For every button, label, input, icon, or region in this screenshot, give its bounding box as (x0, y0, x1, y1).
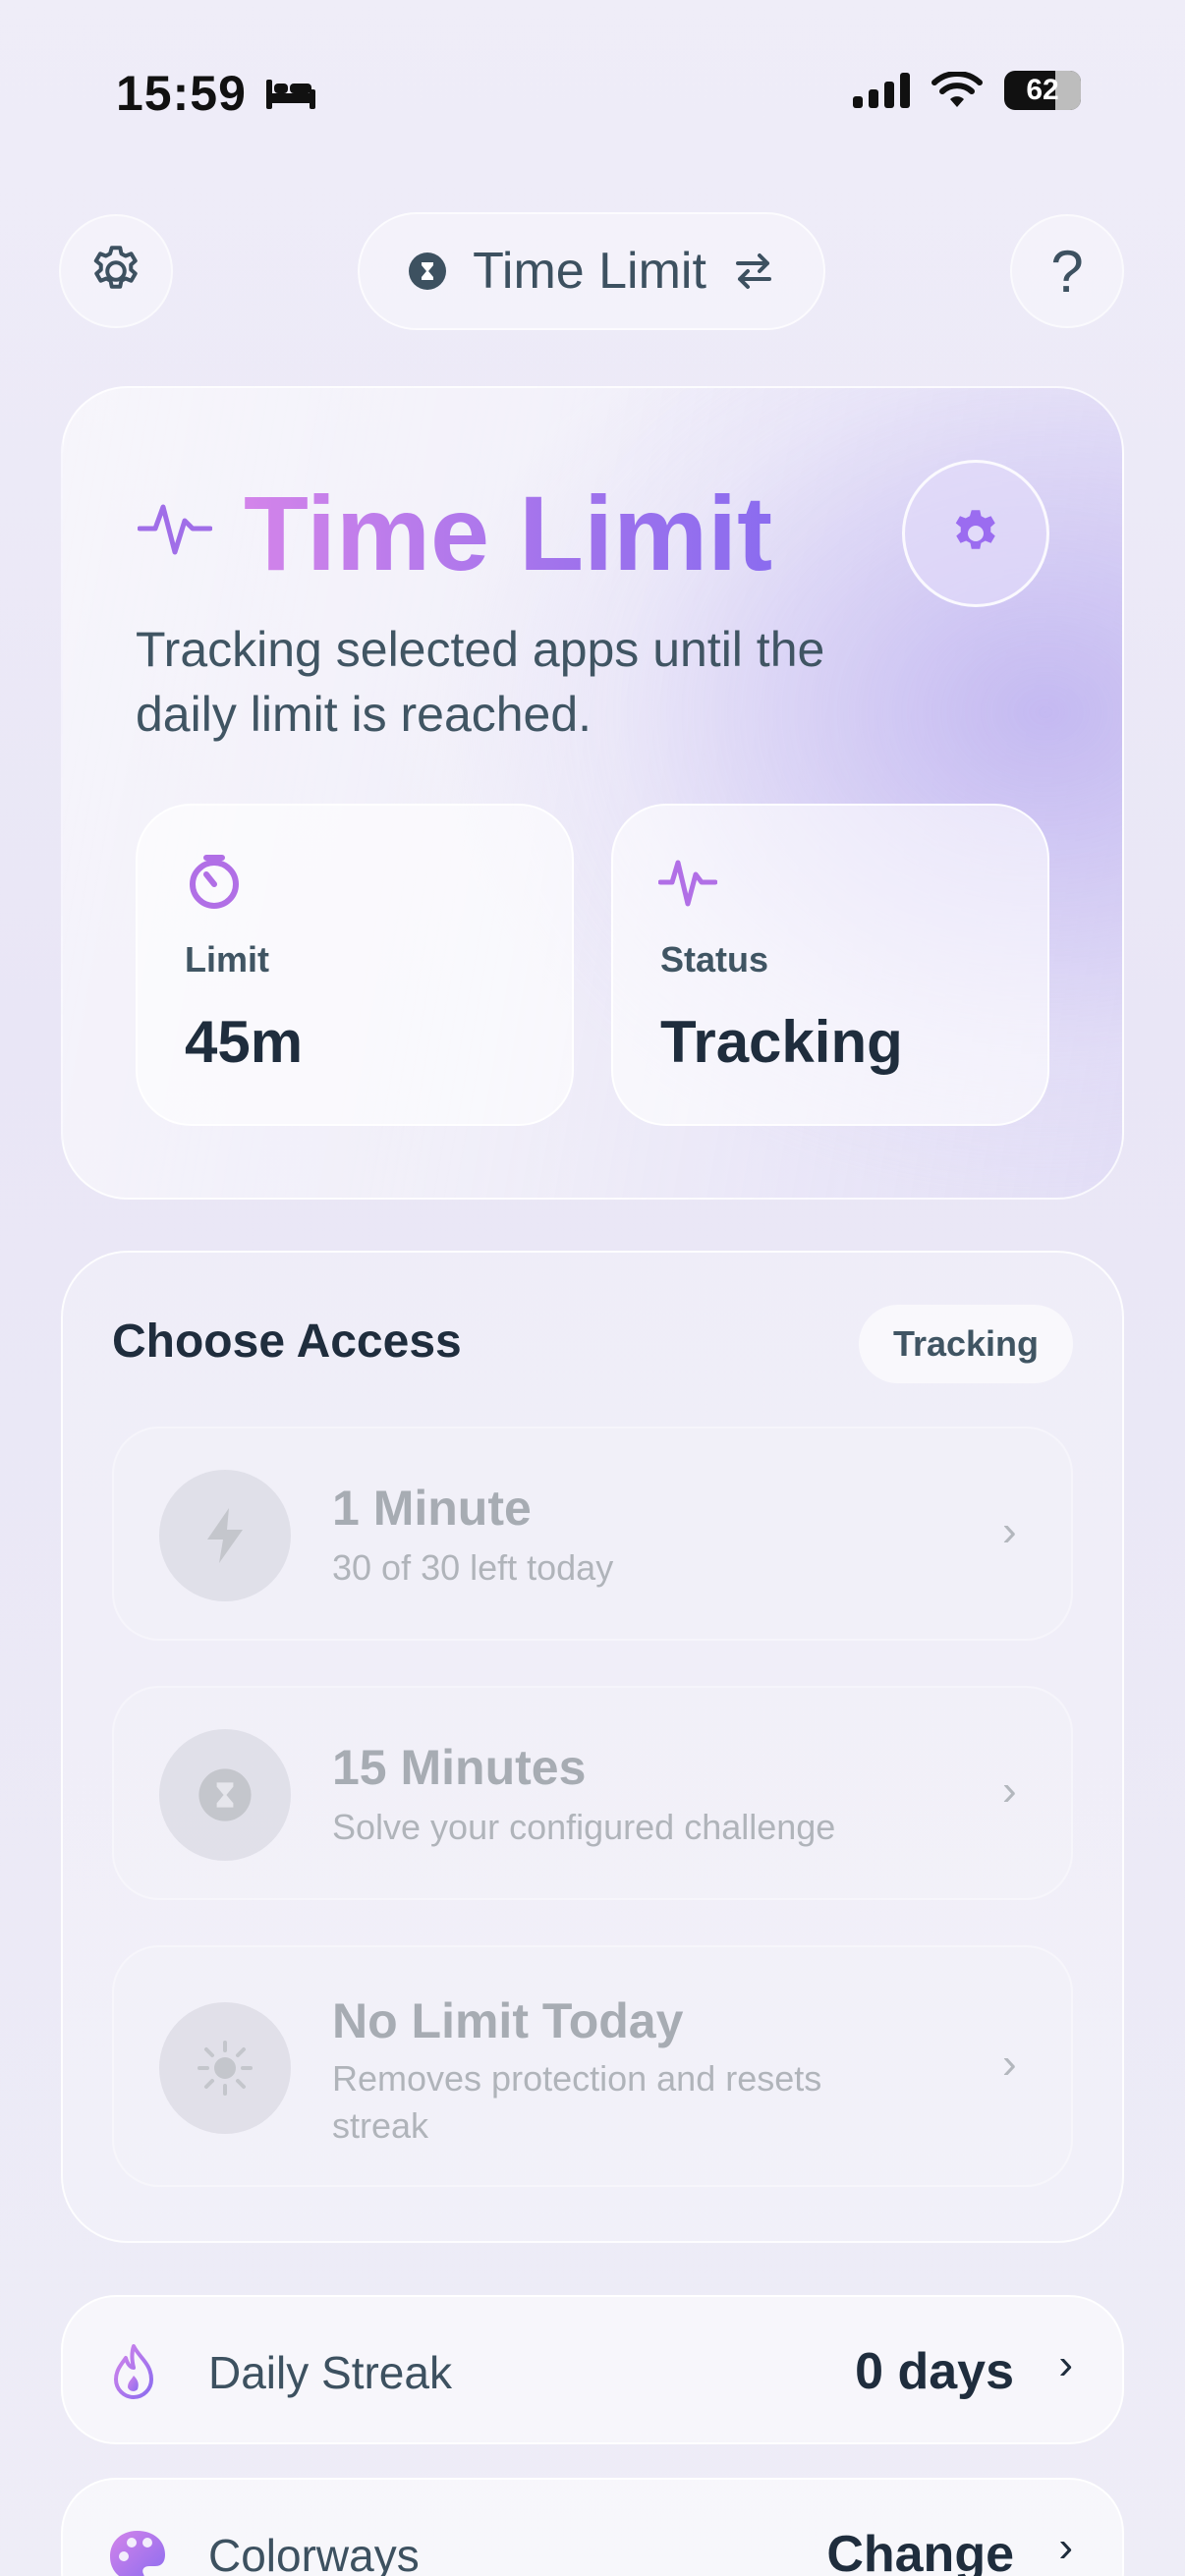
option-no-limit-today[interactable]: No Limit Today Removes protection and re… (112, 1945, 1073, 2187)
chevron-right-icon: › (1002, 1507, 1017, 1555)
question-mark-icon: ? (1050, 238, 1084, 305)
option-subtitle: Solve your configured challenge (332, 1807, 836, 1847)
row-label: Colorways (208, 2530, 420, 2576)
activity-pulse-icon (138, 504, 212, 555)
option-subtitle: 30 of 30 left today (332, 1547, 614, 1588)
hero-title: Time Limit (244, 474, 773, 592)
chevron-right-icon: › (1058, 2340, 1073, 2388)
wifi-icon (931, 72, 983, 107)
hourglass-icon (409, 252, 447, 290)
hero-settings-button[interactable] (902, 460, 1049, 607)
limit-stat-card: Limit 45m (136, 804, 574, 1126)
tracking-badge: Tracking (859, 1305, 1073, 1383)
bolt-icon (207, 1508, 243, 1563)
row-label: Daily Streak (208, 2347, 452, 2398)
chevron-right-icon: › (1002, 2040, 1017, 2088)
settings-button[interactable] (59, 214, 173, 328)
chevron-right-icon: › (1058, 2523, 1073, 2571)
bed-icon (265, 80, 315, 109)
option-icon (159, 2002, 291, 2134)
palette-icon (110, 2531, 165, 2576)
colorways-row[interactable]: Colorways Change › (61, 2478, 1124, 2576)
mode-switcher[interactable]: Time Limit (358, 212, 825, 330)
activity-pulse-icon (658, 860, 717, 907)
option-icon (159, 1729, 291, 1861)
sun-icon (198, 2041, 253, 2096)
swap-arrows-icon (735, 253, 771, 289)
help-button[interactable]: ? (1010, 214, 1124, 328)
battery-level: 62 (1026, 74, 1059, 106)
status-label: Status (660, 939, 769, 980)
option-subtitle: Removes protection and resets streak (332, 2058, 822, 2146)
clock-text: 15:59 (116, 66, 247, 121)
cellular-signal-icon (853, 73, 910, 108)
option-icon (159, 1470, 291, 1601)
status-indicators: 62 (853, 71, 1081, 110)
row-value: Change (826, 2526, 1014, 2576)
choose-access-title: Choose Access (112, 1316, 462, 1368)
mode-title: Time Limit (473, 243, 706, 300)
option-1-minute[interactable]: 1 Minute 30 of 30 left today › (112, 1427, 1073, 1641)
flame-icon (114, 2344, 153, 2399)
chevron-right-icon: › (1002, 1766, 1017, 1815)
limit-label: Limit (185, 939, 269, 980)
gear-filled-icon (955, 510, 995, 549)
option-title: 1 Minute (332, 1481, 532, 1536)
option-title: No Limit Today (332, 1993, 684, 2048)
row-value: 0 days (855, 2343, 1014, 2400)
daily-streak-row[interactable]: Daily Streak 0 days › (61, 2295, 1124, 2444)
battery-indicator: 62 (1004, 71, 1081, 110)
gear-icon (93, 246, 138, 289)
timer-icon (190, 855, 239, 909)
option-15-minutes[interactable]: 15 Minutes Solve your configured challen… (112, 1686, 1073, 1900)
status-stat-card: Status Tracking (611, 804, 1049, 1126)
limit-value: 45m (185, 1009, 304, 1075)
hourglass-icon (198, 1768, 252, 1821)
status-value: Tracking (660, 1009, 903, 1075)
option-title: 15 Minutes (332, 1740, 587, 1795)
hero-subtitle: Tracking selected apps until the daily l… (136, 622, 825, 742)
status-time: 15:59 (116, 65, 317, 122)
